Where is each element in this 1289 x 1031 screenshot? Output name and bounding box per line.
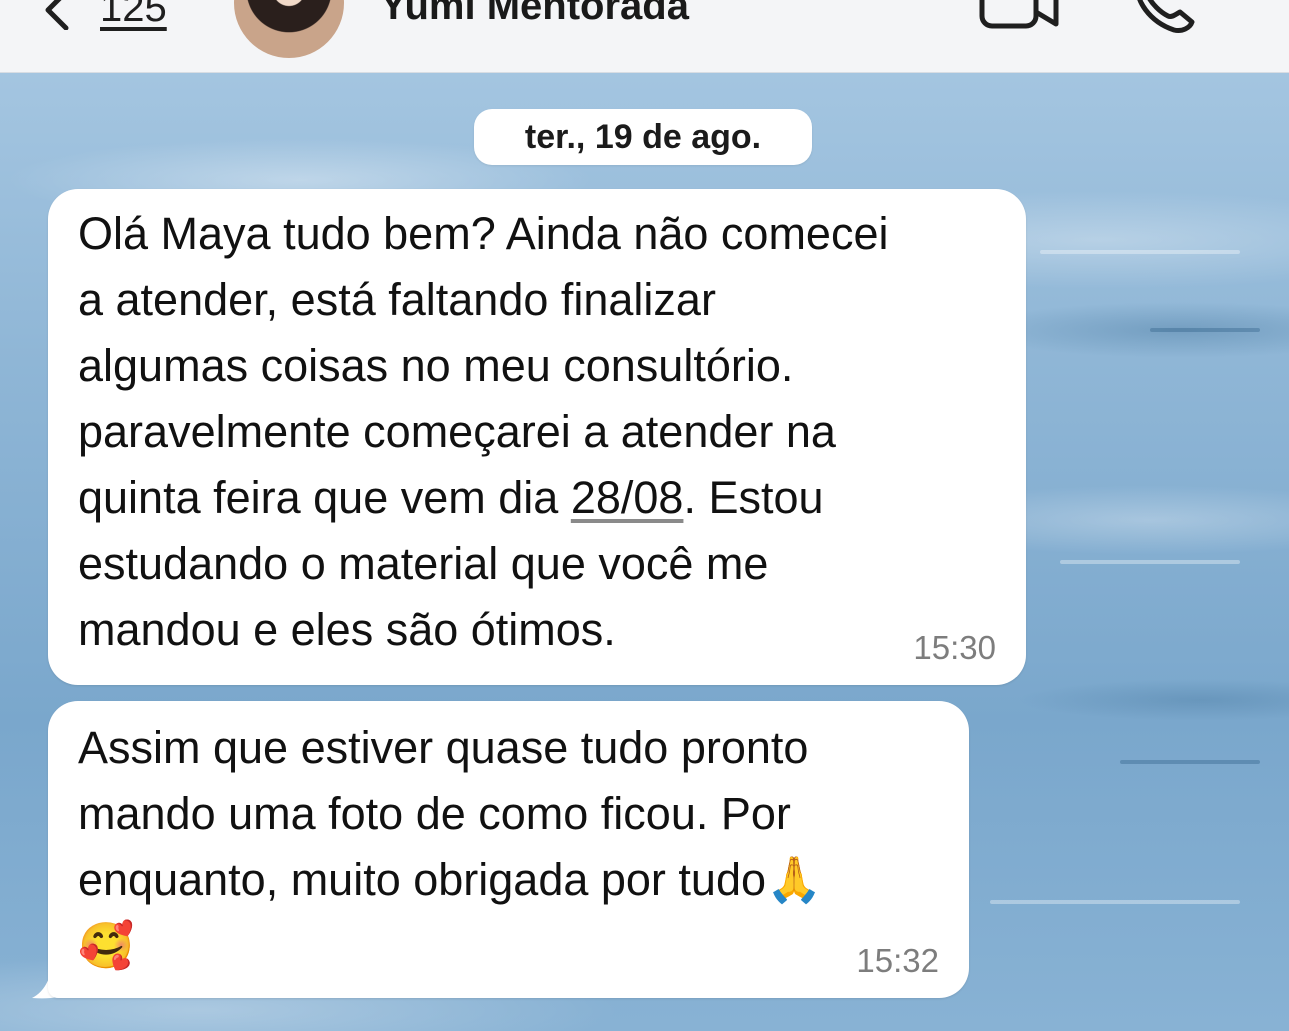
chat-header: 125 Yumi Mentorada (0, 0, 1289, 73)
wallpaper-ripple (1150, 328, 1260, 332)
wallpaper-ripple (1120, 760, 1260, 764)
video-camera-icon[interactable] (978, 0, 1062, 32)
message-text: Olá Maya tudo bem? Ainda não comecei a a… (78, 201, 1008, 663)
contact-avatar[interactable] (234, 0, 344, 58)
wallpaper-ripple (1060, 560, 1240, 564)
message-timestamp: 15:32 (856, 942, 939, 979)
date-link[interactable]: 28/08 (571, 472, 684, 523)
phone-icon[interactable] (1128, 0, 1198, 36)
unread-count-back-link[interactable]: 125 (100, 0, 167, 31)
message-bubble-incoming[interactable]: Assim que estiver quase tudo pronto mand… (48, 701, 969, 998)
message-text: Assim que estiver quase tudo pronto mand… (78, 722, 823, 971)
contact-name[interactable]: Yumi Mentorada (380, 0, 689, 29)
wallpaper-ripple (1040, 250, 1240, 254)
wallpaper-ripple (990, 900, 1240, 904)
message-timestamp: 15:30 (913, 629, 996, 666)
message-bubble-incoming[interactable]: Olá Maya tudo bem? Ainda não comecei a a… (48, 189, 1026, 685)
date-separator: ter., 19 de ago. (474, 109, 812, 165)
chevron-left-icon[interactable] (36, 0, 76, 30)
